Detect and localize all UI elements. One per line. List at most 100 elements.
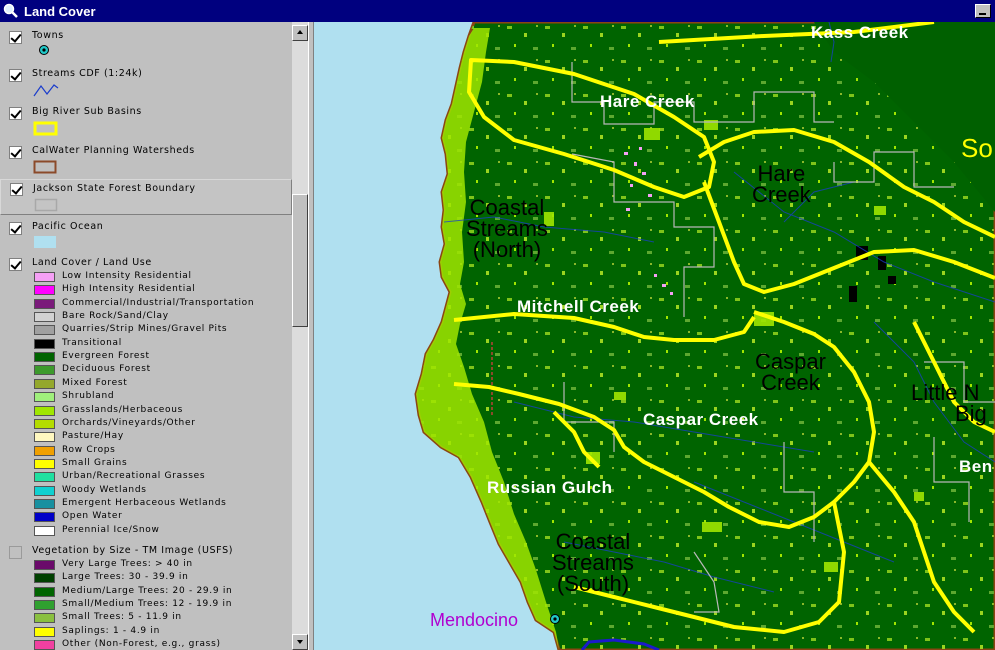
legend-swatch (34, 573, 55, 584)
legend-swatch (34, 298, 55, 309)
legend-swatch (34, 472, 55, 483)
legend-row: Deciduous Forest (34, 364, 284, 376)
legend-swatch (34, 378, 55, 389)
legend-row: Saplings: 1 - 4.9 in (34, 626, 284, 638)
town-symbol-icon (39, 45, 49, 55)
layer-pacific-ocean[interactable]: Pacific Ocean (0, 221, 292, 251)
layer-name-streams: Streams CDF (1:24k) (32, 68, 143, 79)
minimize-button[interactable] (975, 4, 991, 18)
legend-row: Orchards/Vineyards/Other (34, 418, 284, 430)
legend-swatch (34, 458, 55, 469)
scroll-up-button[interactable] (292, 25, 308, 41)
watershed-symbol-icon (33, 160, 57, 174)
layer-checkbox-sub-basins[interactable] (9, 107, 22, 120)
legend-row: Transitional (34, 338, 284, 350)
legend-row: Woody Wetlands (34, 485, 284, 497)
legend-swatch (34, 626, 55, 637)
legend-swatch (34, 405, 55, 416)
legend-row: Small Trees: 5 - 11.9 in (34, 612, 284, 624)
legend-label: Pasture/Hay (62, 431, 124, 442)
layer-checkbox-jackson[interactable] (10, 183, 23, 196)
layer-checkbox-vegetation[interactable] (9, 546, 22, 559)
label-kass-creek: Kass Creek (811, 23, 909, 42)
layer-name-ocean: Pacific Ocean (32, 221, 104, 232)
legend-row: High Intensity Residential (34, 284, 284, 296)
legend-swatch (34, 613, 55, 624)
legend-swatch (34, 272, 55, 282)
layer-checkbox-streams[interactable] (9, 69, 22, 82)
window-titlebar: Land Cover (0, 0, 995, 22)
sub-basin-symbol-icon (33, 121, 58, 136)
layer-name-vegetation: Vegetation by Size - TM Image (USFS) (32, 545, 234, 556)
legend-label: Transitional (62, 337, 122, 348)
legend-row: Medium/Large Trees: 20 - 29.9 in (34, 586, 284, 598)
forest-boundary-symbol-icon (34, 198, 58, 212)
legend-swatch (34, 525, 55, 536)
scroll-thumb[interactable] (292, 194, 308, 327)
legend-row: Perennial Ice/Snow (34, 525, 284, 537)
legend-row: Other (Non-Forest, e.g., grass) (34, 639, 284, 650)
legend-label: Mixed Forest (62, 377, 128, 388)
legend-label: Other (Non-Forest, e.g., grass) (62, 639, 221, 650)
legend-row: Urban/Recreational Grasses (34, 471, 284, 483)
legend-swatch (34, 498, 55, 509)
legend-label: Emergent Herbaceous Wetlands (62, 497, 227, 508)
legend-label: Very Large Trees: > 40 in (62, 559, 193, 569)
legend-row: Large Trees: 30 - 39.9 in (34, 572, 284, 584)
layer-jackson-state-forest[interactable]: Jackson State Forest Boundary (0, 179, 292, 215)
label-mitchell-creek: Mitchell Creek (517, 297, 640, 316)
layer-calwater-watersheds[interactable]: CalWater Planning Watersheds (0, 145, 292, 175)
legend-swatch (34, 432, 55, 443)
legend-swatch (34, 392, 55, 403)
layer-name-jackson: Jackson State Forest Boundary (33, 183, 196, 194)
map-view[interactable]: Kass Creek Hare Creek Hare Creek Coastal S… (314, 22, 995, 650)
legend-swatch (34, 365, 55, 376)
label-caspar-creek-watershed: Caspar Creek (755, 349, 826, 395)
label-little-north-fork-big: Little N Big (911, 380, 987, 426)
layer-land-cover[interactable]: Land Cover / Land Use Low Intensity Resi… (0, 257, 292, 536)
legend-row: Pasture/Hay (34, 431, 284, 443)
legend-row: Low Intensity Residential (34, 271, 284, 283)
legend-label: Shrubland (62, 391, 115, 402)
table-of-contents: Towns Streams CDF (1:24k) Big River Sub … (0, 22, 292, 650)
legend-row: Mixed Forest (34, 378, 284, 390)
legend-swatch (34, 418, 55, 429)
label-coastal-streams-north: Coastal Streams (North) (466, 195, 548, 262)
toc-scrollbar[interactable] (292, 22, 308, 650)
layer-checkbox-land-cover[interactable] (9, 258, 22, 271)
mendocino-town-symbol (550, 614, 560, 624)
legend-label: High Intensity Residential (62, 284, 196, 295)
legend-label: Bare Rock/Sand/Clay (62, 311, 169, 322)
layer-towns[interactable]: Towns (0, 30, 292, 60)
layer-big-river-sub-basins[interactable]: Big River Sub Basins (0, 106, 292, 136)
legend-row: Small Grains (34, 458, 284, 470)
layer-checkbox-ocean[interactable] (9, 222, 22, 235)
layer-vegetation-by-size[interactable]: Vegetation by Size - TM Image (USFS) Ver… (0, 545, 292, 650)
legend-label: Urban/Recreational Grasses (62, 471, 206, 482)
legend-label: Perennial Ice/Snow (62, 524, 160, 535)
layer-name-towns: Towns (32, 30, 64, 41)
label-caspar-creek-basin: Caspar Creek (643, 410, 759, 429)
legend-label: Small Trees: 5 - 11.9 in (62, 612, 182, 623)
layer-name-sub-basins: Big River Sub Basins (32, 106, 142, 117)
layer-checkbox-calwater[interactable] (9, 146, 22, 159)
legend-swatch (34, 312, 55, 323)
layer-streams[interactable]: Streams CDF (1:24k) (0, 68, 292, 98)
stream-line-symbol-icon (33, 84, 59, 97)
layer-checkbox-towns[interactable] (9, 31, 22, 44)
scroll-down-button[interactable] (292, 634, 308, 650)
legend-label: Woody Wetlands (62, 484, 147, 495)
legend-swatch (34, 560, 55, 570)
legend-swatch (34, 338, 55, 349)
legend-row: Grasslands/Herbaceous (34, 405, 284, 417)
legend-row: Shrubland (34, 391, 284, 403)
legend-label: Large Trees: 30 - 39.9 in (62, 572, 189, 583)
legend-row: Open Water (34, 511, 284, 523)
map-canvas (314, 22, 995, 650)
legend-swatch (34, 485, 55, 496)
legend-swatch (34, 512, 55, 523)
legend-row: Commercial/Industrial/Transportation (34, 298, 284, 310)
layer-name-calwater: CalWater Planning Watersheds (32, 145, 195, 156)
legend-row: Emergent Herbaceous Wetlands (34, 498, 284, 510)
legend-row: Quarries/Strip Mines/Gravel Pits (34, 324, 284, 336)
